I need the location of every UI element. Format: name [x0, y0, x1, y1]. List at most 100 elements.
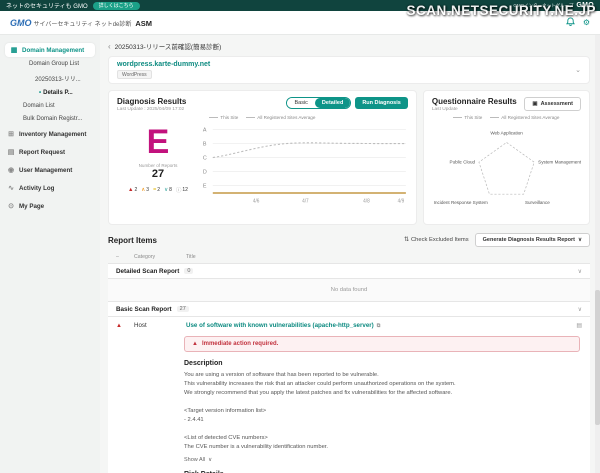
- basic-scan-report-group[interactable]: Basic Scan Report 27 ∨: [108, 301, 590, 317]
- domain-link[interactable]: wordpress.karte-dummy.net: [117, 61, 210, 68]
- gmo-group-logo: GMO: [576, 2, 594, 9]
- sidebar-item-details-page[interactable]: •Details P...: [5, 86, 95, 99]
- app-header: GMO サイバーセキュリティ ネットde診断 ASM ⚙: [0, 11, 600, 35]
- no-data-row: No data found: [108, 279, 590, 301]
- breadcrumb-label: 20250313-リリース前確認(簡易診断): [115, 41, 222, 51]
- legend-avg-swatch: [246, 117, 255, 118]
- questionnaire-title: Questionnaire Results: [432, 97, 517, 106]
- group-count-badge: 27: [177, 306, 189, 312]
- external-link-icon: ⧉: [377, 323, 381, 329]
- vulnerability-row: ▲ Host Use of software with known vulner…: [108, 317, 590, 334]
- diagnosis-last-update: Last Update : 2025/04/09 17:02: [117, 107, 186, 112]
- vulnerability-title-link[interactable]: Use of software with known vulnerabiliti…: [186, 322, 568, 329]
- sidebar-item-bulk-domain-registration[interactable]: Bulk Domain Registr...: [5, 112, 95, 125]
- show-all-link[interactable]: Show All∨: [184, 457, 576, 463]
- diagnosis-legend: This Site All Registered Sites Average: [117, 115, 408, 120]
- svg-text:Public Cloud: Public Cloud: [449, 159, 475, 164]
- svg-text:E: E: [203, 183, 207, 189]
- select-column-header: –: [116, 254, 134, 260]
- category-column-header: Category: [134, 254, 186, 260]
- chevron-down-icon: ∨: [578, 237, 582, 243]
- description-line: The CVE number is a vulnerability identi…: [184, 443, 576, 452]
- promo-topbar: ネットのセキュリティも GMO 詳しくはこちら GMOインターネットグループ G…: [0, 0, 600, 11]
- inventory-icon: ⊞: [7, 130, 15, 138]
- main-content: ‹ 20250313-リリース前確認(簡易診断) wordpress.karte…: [100, 35, 600, 473]
- chevron-down-icon: ∨: [578, 268, 582, 275]
- profile-icon: ⊙: [7, 202, 15, 210]
- reports-count: 27: [117, 168, 199, 180]
- sidebar-item-my-page[interactable]: ⊙My Page: [5, 197, 95, 215]
- description-line: [184, 398, 576, 407]
- report-items-section: Report Items ⇅Check Excluded Items Gener…: [108, 233, 590, 473]
- clipboard-icon: ▣: [532, 101, 537, 107]
- severity-counts: ▲2 ∧3 =2 ∨8 ⓘ12: [117, 186, 199, 194]
- sidebar-item-domain-group-list[interactable]: Domain Group List: [5, 57, 95, 70]
- diagnosis-title: Diagnosis Results: [117, 97, 186, 106]
- brand-asm: ASM: [135, 19, 152, 28]
- report-items-title: Report Items: [108, 236, 157, 245]
- vertical-scrollbar[interactable]: [595, 35, 600, 473]
- svg-text:Surveillance: Surveillance: [525, 200, 550, 205]
- questionnaire-results-panel: Questionnaire Results Last Update ▣Asses…: [423, 90, 590, 225]
- sidebar-item-inventory-management[interactable]: ⊞Inventory Management: [5, 125, 95, 143]
- excluded-items-icon: ⇅: [404, 237, 409, 243]
- domain-tag-badge: WordPress: [117, 70, 152, 79]
- description-line: [184, 425, 576, 434]
- description-line: - 2.4.41: [184, 416, 576, 425]
- legend-site-swatch: [453, 117, 462, 118]
- run-diagnosis-button[interactable]: Run Diagnosis: [355, 97, 408, 109]
- grade-trend-line-chart: A B C D E 4/6 4/7 4/8 4/9: [199, 121, 408, 207]
- row-category: Host: [134, 322, 186, 329]
- description-line: <List of detected CVE numbers>: [184, 434, 576, 443]
- notification-bell-icon[interactable]: [566, 17, 575, 28]
- sidebar-item-report-request[interactable]: ▤Report Request: [5, 143, 95, 161]
- warning-triangle-icon: ▲: [192, 341, 198, 347]
- critical-severity-icon: ▲: [128, 187, 133, 193]
- sidebar-item-activity-log[interactable]: ∿Activity Log: [5, 179, 95, 197]
- sidebar-item-user-management[interactable]: ◉User Management: [5, 161, 95, 179]
- settings-gear-icon[interactable]: ⚙: [583, 18, 590, 27]
- svg-text:A: A: [203, 128, 207, 134]
- high-severity-icon: ∧: [141, 187, 145, 193]
- scrollbar-thumb[interactable]: [595, 290, 600, 425]
- svg-text:4/8: 4/8: [363, 199, 370, 205]
- brand-logo: GMO サイバーセキュリティ ネットde診断 ASM: [10, 18, 152, 28]
- detailed-scan-report-group[interactable]: Detailed Scan Report 0 ∨: [108, 263, 590, 279]
- svg-text:Web Application: Web Application: [490, 131, 523, 136]
- info-severity-icon: ⓘ: [176, 186, 182, 194]
- basic-detailed-toggle: Basic Detailed: [286, 97, 351, 109]
- sidebar-item-domain-list[interactable]: Domain List: [5, 99, 95, 112]
- report-table-header: – Category Title: [108, 251, 590, 263]
- domain-card: wordpress.karte-dummy.net WordPress ⌄: [108, 56, 590, 84]
- back-chevron-icon[interactable]: ‹: [108, 42, 111, 51]
- chevron-down-icon[interactable]: ⌄: [575, 66, 581, 74]
- toggle-detailed[interactable]: Detailed: [315, 98, 350, 108]
- questionnaire-radar-chart: Web Application System Management Survei…: [432, 121, 581, 213]
- low-severity-icon: ∨: [164, 187, 168, 193]
- check-excluded-items-link[interactable]: ⇅Check Excluded Items: [404, 237, 469, 243]
- description-line: <Target version information list>: [184, 407, 576, 416]
- brand-gmo: GMO: [10, 18, 32, 28]
- sidebar-item-domain-group[interactable]: 20250313-リリ...: [5, 70, 95, 86]
- group-label: GMOインターネットグループ: [513, 3, 573, 9]
- svg-text:D: D: [203, 170, 207, 176]
- promo-cta-button[interactable]: 詳しくはこちら: [93, 2, 140, 10]
- sidebar-item-domain-management[interactable]: ▦ Domain Management: [5, 43, 95, 57]
- svg-text:4/7: 4/7: [302, 199, 309, 205]
- svg-text:B: B: [203, 142, 207, 148]
- grid-icon: ▦: [10, 46, 18, 54]
- description-line: You are using a version of software that…: [184, 371, 576, 380]
- chevron-down-icon: ∨: [208, 457, 212, 463]
- row-action-icon[interactable]: ▤: [568, 322, 582, 329]
- svg-text:C: C: [203, 156, 207, 162]
- brand-product: サイバーセキュリティ ネットde診断: [34, 19, 132, 28]
- user-icon: ◉: [7, 166, 15, 174]
- assessment-button[interactable]: ▣Assessment: [524, 97, 581, 111]
- title-column-header: Title: [186, 254, 568, 260]
- generate-report-button[interactable]: Generate Diagnosis Results Report∨: [475, 233, 590, 247]
- promo-tagline: ネットのセキュリティも GMO: [6, 1, 88, 10]
- legend-avg-swatch: [490, 117, 499, 118]
- svg-text:System Management: System Management: [538, 159, 581, 164]
- medium-severity-icon: =: [153, 187, 156, 193]
- toggle-basic[interactable]: Basic: [287, 98, 314, 108]
